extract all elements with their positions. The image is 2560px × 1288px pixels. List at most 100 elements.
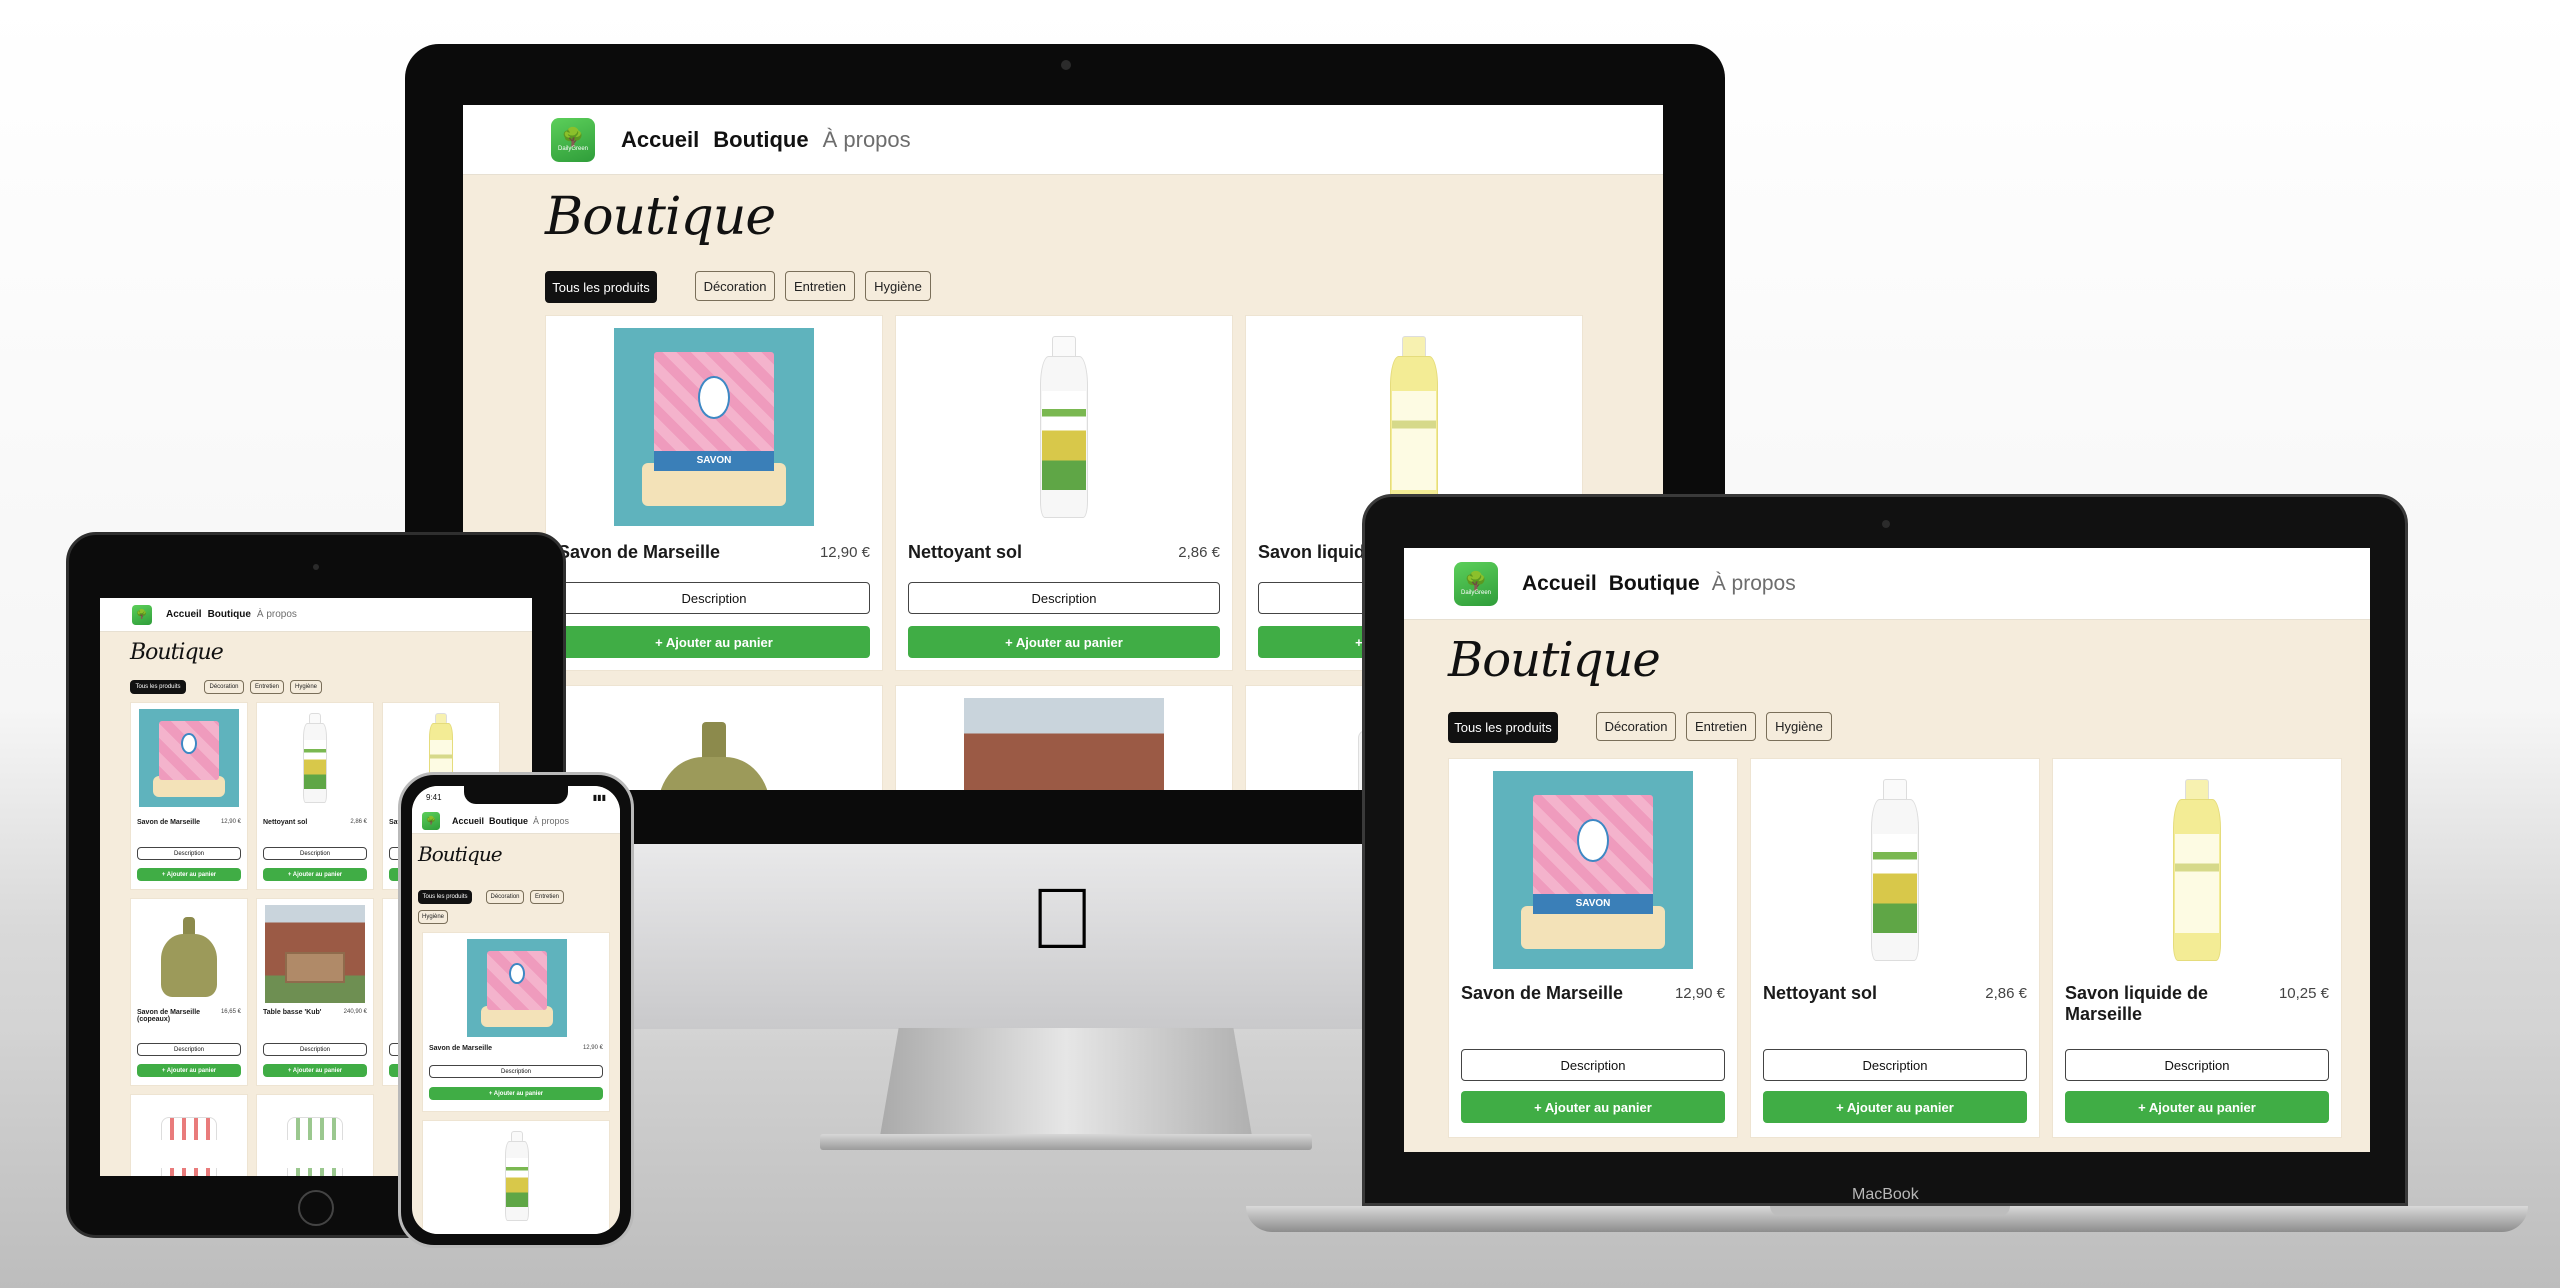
page-title: Boutique — [418, 842, 503, 866]
product-image — [964, 698, 1164, 790]
product-image — [964, 328, 1164, 526]
filter-entretien[interactable]: Entretien — [785, 271, 855, 301]
filter-decoration[interactable]: Décoration — [486, 890, 524, 904]
ipad-home-button[interactable] — [298, 1190, 334, 1226]
filter-hygiene[interactable]: Hygiène — [865, 271, 931, 301]
product-card: Savon de Marseille (copeaux) 16,65 € Des… — [130, 898, 248, 1086]
imac-foot — [820, 1134, 1312, 1150]
description-button[interactable]: Description — [137, 1043, 241, 1056]
product-name: Savon liquide — [1258, 542, 1376, 562]
product-card: Savon de Marseille 12,90 € Description +… — [130, 702, 248, 890]
description-button[interactable]: Description — [908, 582, 1220, 614]
product-card: SAVON Savon de Marseille 12,90 € Descrip… — [545, 315, 883, 671]
filter-all[interactable]: Tous les produits — [418, 890, 472, 904]
logo-text: DailyGreen — [1460, 589, 1491, 596]
site-header: 🌳 Accueil Boutique À propos — [412, 808, 620, 834]
add-to-cart-button[interactable]: + Ajouter au panier — [137, 868, 241, 881]
add-to-cart-button[interactable]: + Ajouter au panier — [263, 1064, 367, 1077]
page-title: Boutique — [130, 640, 224, 665]
add-to-cart-button[interactable]: + Ajouter au panier — [2065, 1091, 2329, 1123]
add-to-cart-button[interactable]: + Ajouter au panier — [1763, 1091, 2027, 1123]
filter-hygiene[interactable]: Hygiène — [418, 910, 448, 924]
nav-a-propos[interactable]: À propos — [1712, 572, 1796, 596]
description-button[interactable]: Description — [429, 1065, 603, 1078]
nav-boutique[interactable]: Boutique — [713, 127, 808, 153]
description-button[interactable]: Description — [1461, 1049, 1725, 1081]
nav-accueil[interactable]: Accueil — [166, 609, 202, 620]
product-card: Nettoyant sol 2,86 € Description + Ajout… — [1750, 758, 2040, 1138]
product-card: Savon de Marseille 12,90 € Description +… — [422, 932, 610, 1112]
filter-decoration[interactable]: Décoration — [695, 271, 775, 301]
product-price: 240,90 € — [343, 1009, 367, 1015]
filter-entretien[interactable]: Entretien — [530, 890, 564, 904]
product-price: 12,90 € — [220, 819, 241, 825]
product-image — [2097, 771, 2297, 969]
description-button[interactable]: Description — [1763, 1049, 2027, 1081]
description-button[interactable]: Description — [137, 847, 241, 860]
filter-bar: Tous les produits Décoration Entretien H… — [1448, 712, 1832, 743]
product-name: Savon de Marseille — [429, 1045, 493, 1052]
main-nav: Accueil Boutique À propos — [452, 816, 569, 826]
tree-icon: 🌳 — [426, 815, 436, 825]
product-image — [614, 698, 814, 790]
filter-entretien[interactable]: Entretien — [1686, 712, 1756, 741]
filter-entretien[interactable]: Entretien — [250, 680, 284, 694]
description-button[interactable]: Description — [2065, 1049, 2329, 1081]
add-to-cart-button[interactable]: + Ajouter au panier — [263, 868, 367, 881]
product-price: 2,86 € — [350, 819, 367, 825]
battery-icon: ▮▮▮ — [592, 792, 606, 802]
filter-hygiene[interactable]: Hygiène — [290, 680, 322, 694]
add-to-cart-button[interactable]: + Ajouter au panier — [1461, 1091, 1725, 1123]
macbook-label: MacBook — [1852, 1186, 1919, 1203]
nav-a-propos[interactable]: À propos — [257, 609, 297, 620]
product-name: Table basse 'Kub' — [263, 1009, 322, 1016]
product-name: Savon de Marseille — [137, 819, 201, 826]
product-price: 12,90 € — [582, 1045, 603, 1051]
macbook-camera — [1882, 520, 1890, 528]
product-name: Savon de Marseille — [558, 542, 721, 562]
page-title: Boutique — [545, 187, 776, 247]
product-card: Nettoyant sol 2,86 € Description + Ajout… — [895, 315, 1233, 671]
description-button[interactable]: Description — [263, 1043, 367, 1056]
nav-accueil[interactable]: Accueil — [452, 816, 484, 826]
tree-icon: 🌳 — [561, 126, 585, 147]
nav-a-propos[interactable]: À propos — [823, 127, 911, 153]
product-image — [265, 709, 365, 807]
logo[interactable]: 🌳 DailyGreen — [1454, 561, 1498, 606]
nav-accueil[interactable]: Accueil — [1522, 572, 1597, 596]
description-button[interactable]: Description — [263, 847, 367, 860]
site-header: 🌳 DailyGreen Accueil Boutique À propos — [1404, 548, 2370, 620]
nav-a-propos[interactable]: À propos — [533, 816, 569, 826]
nav-boutique[interactable]: Boutique — [208, 609, 251, 620]
add-to-cart-button[interactable]: + Ajouter au panier — [137, 1064, 241, 1077]
logo[interactable]: 🌳 DailyGreen — [551, 117, 595, 162]
product-image: SAVON — [1493, 771, 1693, 969]
add-to-cart-button[interactable]: + Ajouter au panier — [429, 1087, 603, 1100]
add-to-cart-button[interactable]: + Ajouter au panier — [908, 626, 1220, 658]
main-nav: Accueil Boutique À propos — [1522, 572, 1796, 596]
filter-all[interactable]: Tous les produits — [1448, 712, 1558, 743]
filter-decoration[interactable]: Décoration — [1596, 712, 1676, 741]
logo-text: DailyGreen — [557, 145, 588, 152]
description-button[interactable]: Description — [558, 582, 870, 614]
logo[interactable]: 🌳 — [422, 811, 440, 830]
product-name: Nettoyant sol — [908, 542, 1023, 562]
filter-bar: Tous les produits Décoration Entretien H… — [130, 680, 322, 694]
product-card: Nettoyant sol 2,86 € Description + Ajout… — [256, 702, 374, 890]
filter-bar: Tous les produits Décoration Entretien H… — [418, 890, 598, 924]
product-image — [265, 1101, 365, 1176]
nav-boutique[interactable]: Boutique — [1609, 572, 1700, 596]
product-name: Savon de Marseille — [1461, 983, 1624, 1003]
filter-decoration[interactable]: Décoration — [204, 680, 244, 694]
filter-hygiene[interactable]: Hygiène — [1766, 712, 1832, 741]
product-image — [265, 905, 365, 1003]
filter-all[interactable]: Tous les produits — [545, 271, 657, 303]
nav-accueil[interactable]: Accueil — [621, 127, 699, 153]
product-image — [1795, 771, 1995, 969]
add-to-cart-button[interactable]: + Ajouter au panier — [558, 626, 870, 658]
filter-all[interactable]: Tous les produits — [130, 680, 186, 694]
product-price: 2,86 € — [1985, 985, 2027, 1002]
nav-boutique[interactable]: Boutique — [489, 816, 528, 826]
product-price: 2,86 € — [1178, 544, 1220, 561]
logo[interactable]: 🌳 — [132, 604, 152, 625]
